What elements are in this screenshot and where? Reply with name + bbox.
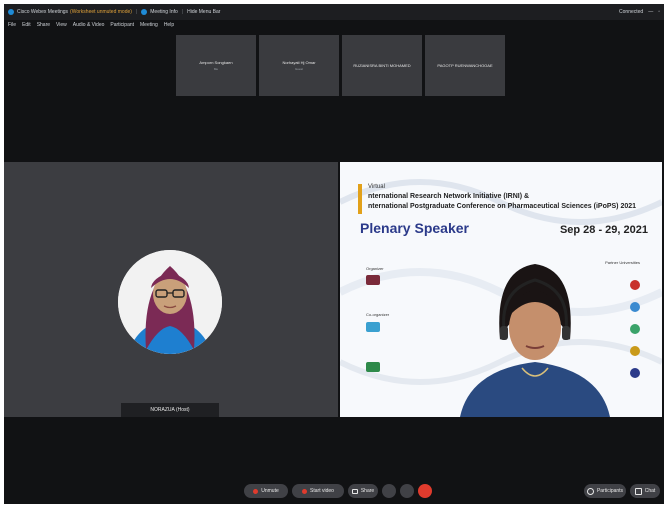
menu-edit[interactable]: Edit <box>22 22 31 32</box>
organizer-label: Organizer <box>366 266 384 271</box>
imu-logo-icon <box>366 322 380 332</box>
meeting-info-button[interactable]: Meeting Info <box>150 9 178 15</box>
camera-off-icon <box>302 488 308 494</box>
partner-logo-icon <box>630 280 640 290</box>
menu-help[interactable]: Help <box>164 22 174 32</box>
unmute-button[interactable]: Unmute <box>244 484 288 498</box>
partner-label: Partner Universities <box>605 260 640 265</box>
participant-role: Me <box>213 67 219 71</box>
host-avatar <box>118 250 222 354</box>
slide-title: Plenary Speaker <box>360 220 469 236</box>
participant-strip: Amporn Songkaen Me Norhayati Hj Omar Gue… <box>176 35 505 96</box>
chat-icon <box>634 487 642 495</box>
menu-bar: File Edit Share View Audio & Video Parti… <box>4 22 174 32</box>
title-separator-2: | <box>181 9 184 15</box>
maximize-icon[interactable]: ▫ <box>658 9 660 15</box>
app-title: Cisco Webex Meetings <box>17 9 69 15</box>
title-bar: Cisco Webex Meetings (Worksheet unmuted … <box>4 4 664 20</box>
reactions-button[interactable] <box>382 484 396 498</box>
participant-name: Norhayati Hj Omar <box>282 60 316 65</box>
participant-tile[interactable]: Norhayati Hj Omar Guest <box>259 35 339 96</box>
co-organizer-logo-icon <box>366 362 380 372</box>
start-video-button[interactable]: Start video <box>292 484 344 498</box>
meeting-controls: Unmute Start video Share Participants Ch… <box>4 484 664 504</box>
menu-file[interactable]: File <box>8 22 16 32</box>
menu-meeting[interactable]: Meeting <box>140 22 158 32</box>
leave-meeting-button[interactable] <box>418 484 432 498</box>
shared-content: Virtual nternational Research Network In… <box>340 162 662 417</box>
webex-window: Cisco Webex Meetings (Worksheet unmuted … <box>4 4 664 504</box>
more-options-button[interactable] <box>400 484 414 498</box>
mic-muted-icon <box>253 488 259 494</box>
menu-audio-video[interactable]: Audio & Video <box>73 22 105 32</box>
chat-label: Chat <box>644 488 656 494</box>
partner-logo-icon <box>630 324 640 334</box>
info-icon <box>141 9 148 15</box>
participant-name: PAGOTP RUENWANCHOOAE <box>437 63 493 68</box>
slide-line2: nternational Postgraduate Conference on … <box>368 203 637 210</box>
slide-dates: Sep 28 - 29, 2021 <box>559 224 648 236</box>
participants-label: Participants <box>596 488 624 494</box>
host-video-tile[interactable] <box>4 162 338 417</box>
partner-logo-icon <box>630 346 640 356</box>
partner-logo-icon <box>630 302 640 312</box>
menu-share[interactable]: Share <box>37 22 50 32</box>
participant-tile[interactable]: Amporn Songkaen Me <box>176 35 256 96</box>
share-button[interactable]: Share <box>348 484 378 498</box>
connection-status: Connected <box>619 9 644 15</box>
share-screen-icon <box>351 488 358 494</box>
menu-view[interactable]: View <box>56 22 67 32</box>
slide-line1: nternational Research Network Initiative… <box>368 193 530 200</box>
title-separator: | <box>135 9 138 15</box>
participant-role: Guest <box>294 67 303 71</box>
partner-logo-icon <box>630 368 640 378</box>
participants-icon <box>586 487 594 495</box>
participant-name: RUZIANISRA BINTI MOHAMED <box>353 63 411 68</box>
menu-participant[interactable]: Participant <box>110 22 134 32</box>
unmute-label: Unmute <box>261 488 279 494</box>
speaker-video-icon <box>460 264 610 417</box>
mode-warning: (Worksheet unmuted mode) <box>70 9 132 15</box>
participant-tile[interactable]: PAGOTP RUENWANCHOOAE <box>425 35 505 96</box>
chat-button[interactable]: Chat <box>630 484 660 498</box>
webex-logo-icon <box>8 9 14 15</box>
host-portrait-icon <box>118 250 222 354</box>
slide-virtual: Virtual <box>368 184 385 190</box>
window-controls: Connected — ▫ <box>619 4 660 20</box>
start-video-label: Start video <box>310 488 334 494</box>
hide-menu-button[interactable]: Hide Menu Bar <box>187 9 220 15</box>
organizer-logo-icon <box>366 275 380 285</box>
minimize-icon[interactable]: — <box>648 9 653 15</box>
share-label: Share <box>360 488 375 494</box>
participants-button[interactable]: Participants <box>584 484 626 498</box>
participant-tile[interactable]: RUZIANISRA BINTI MOHAMED <box>342 35 422 96</box>
co-organizer-label: Co-organizer <box>366 312 390 317</box>
participant-name: Amporn Songkaen <box>199 60 233 65</box>
host-name-label: NORAZUA (Host) <box>121 403 219 417</box>
